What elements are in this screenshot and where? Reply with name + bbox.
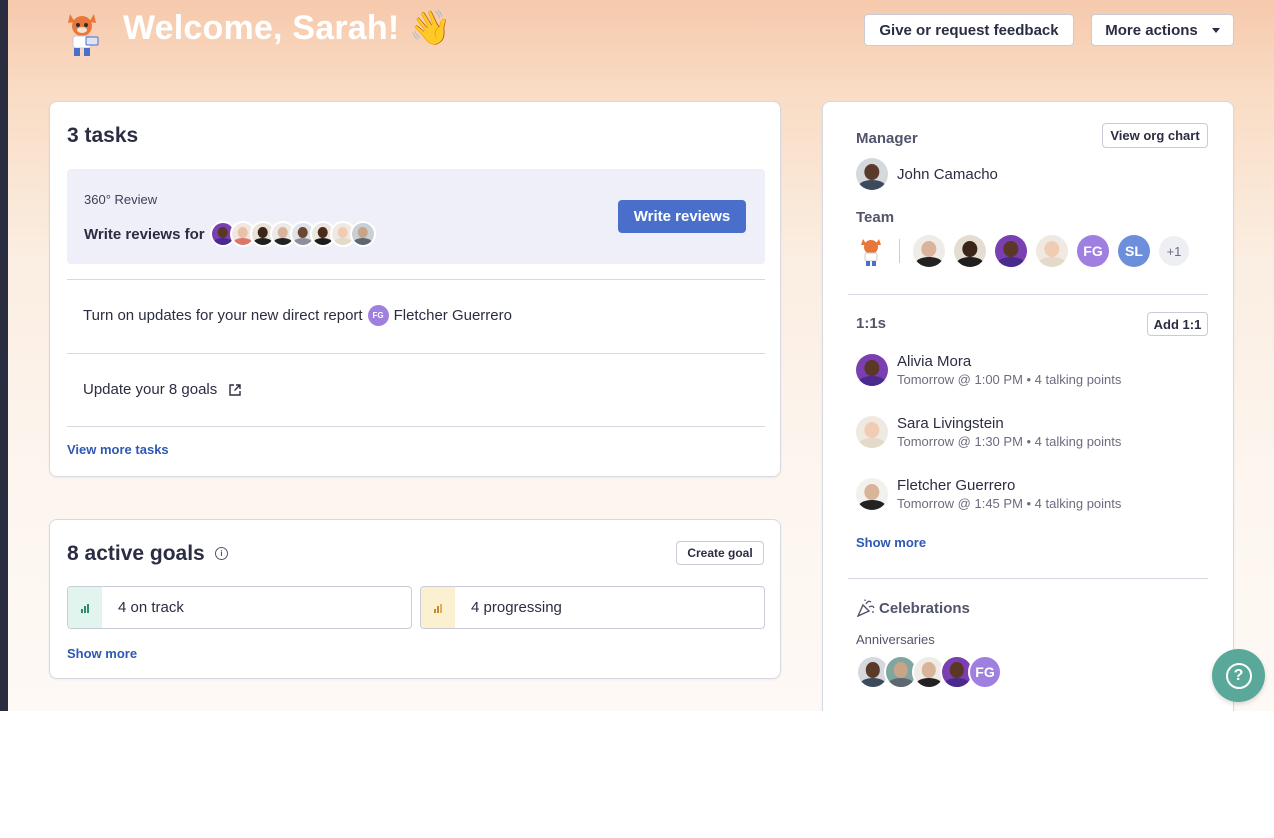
team-separator [899,239,900,263]
oneonones-show-more-link[interactable]: Show more [856,535,926,550]
oneonone-name: Alivia Mora [897,353,972,370]
manager-heading: Manager [856,130,918,147]
mascot-avatar[interactable] [856,235,886,267]
celebrations-heading-row: Celebrations [856,599,970,617]
update-goals-task[interactable]: Update your 8 goals [83,381,242,398]
oneonone-meta: Tomorrow @ 1:45 PM • 4 talking points [897,496,1122,511]
update-goals-text: Update your 8 goals [83,381,218,398]
view-org-chart-label: View org chart [1110,128,1200,143]
team-avatar[interactable] [913,235,945,267]
help-button[interactable]: ? [1212,649,1265,702]
info-icon[interactable]: i [215,547,228,560]
fg-avatar-badge: FG [367,305,389,326]
mascot-logo [68,14,99,56]
team-avatar[interactable] [995,235,1027,267]
anniversaries-label: Anniversaries [856,632,935,647]
add-oneonone-label: Add 1:1 [1153,316,1202,332]
team-avatar-initials[interactable]: FG [1077,235,1109,267]
view-org-chart-button[interactable]: View org chart [1102,123,1208,148]
manager-row[interactable]: John Camacho [856,158,998,190]
dashboard-viewport: Welcome, Sarah! 👋 Give or request feedba… [0,0,1274,711]
view-more-tasks-link[interactable]: View more tasks [67,442,169,457]
progressing-label: 4 progressing [471,599,562,616]
manager-name: John Camacho [897,165,998,183]
oneonone-name: Sara Livingstein [897,415,1004,432]
welcome-heading: Welcome, Sarah! 👋 [123,9,452,47]
bar-chart-icon [68,587,102,628]
avatar [856,478,888,510]
review-line: Write reviews for [84,221,376,247]
goals-title: 8 active goals [67,542,205,565]
write-reviews-label: Write reviews [633,208,731,225]
avatar [856,354,888,386]
oneonone-name: Fletcher Guerrero [897,477,1016,494]
team-avatar[interactable] [954,235,986,267]
team-avatar-initials[interactable]: SL [1118,235,1150,267]
avatar [856,416,888,448]
external-link-icon [229,383,241,396]
on-track-label: 4 on track [118,599,184,616]
avatar [349,221,376,247]
divider [848,578,1208,579]
review-avatars [209,221,376,247]
team-avatars: FG SL +1 [856,235,1189,267]
team-avatar[interactable] [1036,235,1068,267]
team-more-count[interactable]: +1 [1159,236,1189,266]
divider [848,294,1208,295]
on-track-goals-box[interactable]: 4 on track [67,586,412,629]
review-text: Write reviews for [84,225,205,243]
question-mark-icon: ? [1225,662,1252,689]
anniversary-avatars: FG [856,655,1002,689]
give-feedback-button[interactable]: Give or request feedback [864,14,1074,46]
review-task-box: 360° Review Write reviews for Write revi… [67,169,765,264]
avatar-initials[interactable]: FG [968,655,1002,689]
divider [67,279,765,280]
goals-show-more-link[interactable]: Show more [67,646,137,661]
celebrations-heading: Celebrations [879,599,970,617]
direct-report-task[interactable]: Turn on updates for your new direct repo… [83,305,512,326]
party-popper-icon [856,599,875,617]
tasks-card: 3 tasks 360° Review Write reviews for Wr… [49,101,781,477]
goals-card: 8 active goals i Create goal 4 on track … [49,519,781,679]
direct-report-name: Fletcher Guerrero [393,307,512,324]
more-actions-button[interactable]: More actions [1091,14,1234,46]
team-heading: Team [856,209,895,226]
oneonone-item[interactable]: Sara Livingstein Tomorrow @ 1:30 PM • 4 … [856,415,1121,449]
review-label: 360° Review [84,192,158,207]
progressing-goals-box[interactable]: 4 progressing [420,586,765,629]
oneonone-meta: Tomorrow @ 1:00 PM • 4 talking points [897,372,1122,387]
manager-avatar [856,158,888,190]
give-feedback-label: Give or request feedback [879,21,1059,39]
direct-report-task-text: Turn on updates for your new direct repo… [83,307,363,324]
oneonone-meta: Tomorrow @ 1:30 PM • 4 talking points [897,434,1122,449]
oneonone-item[interactable]: Alivia Mora Tomorrow @ 1:00 PM • 4 talki… [856,353,1121,387]
divider [67,353,765,354]
people-sidebar-card: Manager View org chart John Camacho Team… [822,101,1234,711]
create-goal-label: Create goal [687,546,753,560]
write-reviews-button[interactable]: Write reviews [618,200,746,233]
divider [67,426,765,427]
oneonone-item[interactable]: Fletcher Guerrero Tomorrow @ 1:45 PM • 4… [856,477,1121,511]
more-actions-label: More actions [1105,21,1198,39]
oneonones-heading: 1:1s [856,315,887,332]
tasks-title: 3 tasks [67,124,139,147]
add-oneonone-button[interactable]: Add 1:1 [1147,312,1208,336]
bar-chart-icon [421,587,455,628]
caret-down-icon [1211,27,1220,33]
create-goal-button[interactable]: Create goal [676,541,764,565]
left-nav-strip [0,0,8,711]
